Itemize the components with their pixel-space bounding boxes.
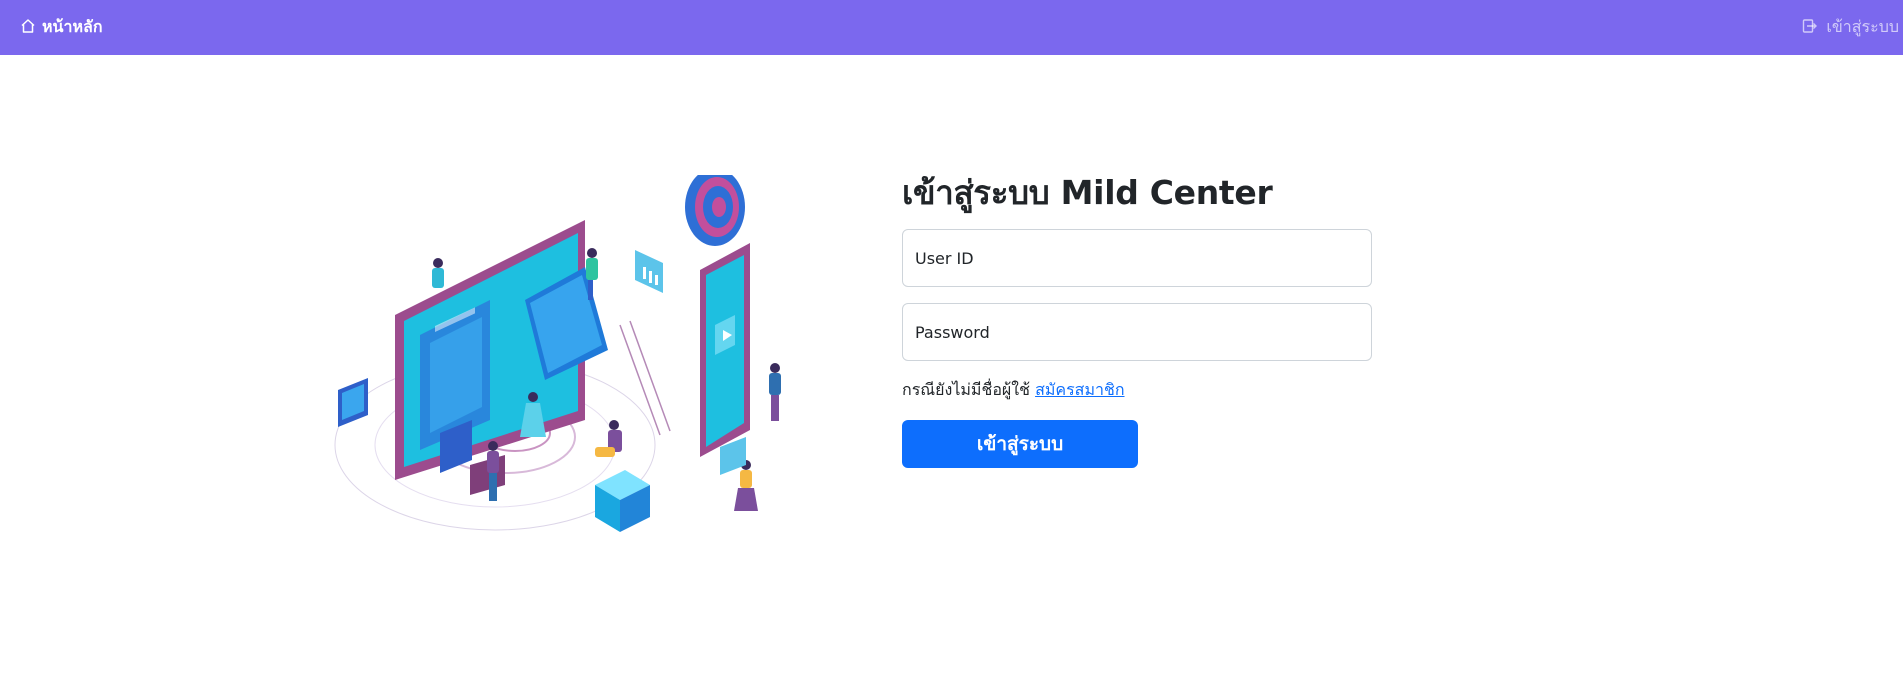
signup-row: กรณียังไม่มีชื่อผู้ใช้ สมัครสมาชิก — [902, 378, 1372, 403]
login-form: เข้าสู่ระบบ Mild Center กรณียังไม่มีชื่อ… — [902, 170, 1372, 468]
signup-link[interactable]: สมัครสมาชิก — [1035, 380, 1124, 399]
nav-login-label: เข้าสู่ระบบ — [1826, 17, 1899, 36]
isometric-illustration — [330, 168, 800, 565]
login-submit-button[interactable]: เข้าสู่ระบบ — [902, 420, 1138, 468]
nav-home-label: หน้าหลัก — [42, 17, 103, 36]
login-title: เข้าสู่ระบบ Mild Center — [902, 173, 1273, 212]
login-icon — [1802, 18, 1818, 38]
signup-prompt: กรณียังไม่มีชื่อผู้ใช้ — [902, 380, 1030, 399]
top-navbar: หน้าหลัก เข้าสู่ระบบ — [0, 0, 1903, 55]
nav-login-link[interactable]: เข้าสู่ระบบ — [1802, 15, 1899, 40]
password-input[interactable] — [902, 303, 1372, 361]
nav-home-link[interactable]: หน้าหลัก — [20, 15, 103, 40]
userid-input[interactable] — [902, 229, 1372, 287]
home-icon — [20, 18, 36, 38]
